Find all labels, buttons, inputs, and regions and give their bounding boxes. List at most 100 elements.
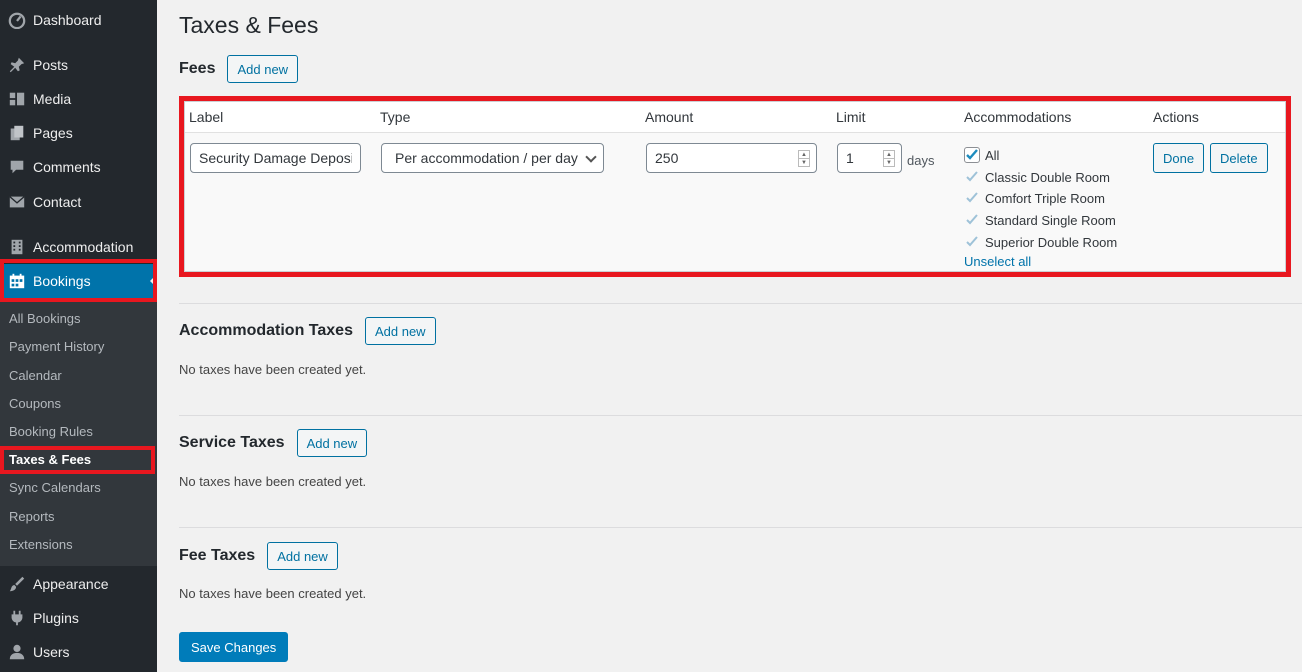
- column-header-limit: Limit: [836, 109, 866, 125]
- submenu-extensions[interactable]: Extensions: [9, 535, 73, 555]
- media-icon: [0, 90, 33, 108]
- menu-label: Media: [33, 91, 72, 107]
- menu-plugins[interactable]: Plugins: [0, 601, 157, 635]
- delete-button[interactable]: Delete: [1210, 143, 1268, 173]
- fee-amount-input[interactable]: 250 ▲ ▼: [646, 143, 817, 173]
- fee-type-select[interactable]: Per accommodation / per day: [381, 143, 604, 173]
- fee-amount-value: 250: [655, 150, 679, 166]
- fees-header: Fees Add new: [179, 55, 299, 83]
- service-taxes-heading: Service Taxes: [179, 434, 285, 451]
- submenu-coupons[interactable]: Coupons: [9, 394, 61, 414]
- number-spinner-icon[interactable]: ▲ ▼: [798, 150, 810, 167]
- number-spinner-icon[interactable]: ▲ ▼: [883, 150, 895, 167]
- fee-taxes-heading: Fee Taxes: [179, 547, 256, 564]
- submenu-taxes-fees[interactable]: Taxes & Fees: [9, 450, 91, 470]
- menu-appearance[interactable]: Appearance: [0, 567, 157, 601]
- submenu-sync-calendars[interactable]: Sync Calendars: [9, 478, 101, 498]
- menu-users[interactable]: Users: [0, 635, 157, 669]
- add-new-fee-tax-button[interactable]: Add new: [267, 542, 338, 570]
- table-header-row: Label Type Amount Limit Accommodations A…: [185, 102, 1285, 133]
- unselect-all-link[interactable]: Unselect all: [964, 254, 1031, 269]
- accommodation-option[interactable]: Standard Single Room: [964, 210, 1116, 230]
- fee-label-value: Security Damage Deposit: [199, 150, 352, 166]
- add-new-fee-button[interactable]: Add new: [227, 55, 299, 83]
- section-divider: [179, 415, 1302, 416]
- page-title: Taxes & Fees: [179, 12, 319, 38]
- dashboard-icon: [0, 11, 33, 29]
- empty-state-text: No taxes have been created yet.: [179, 474, 367, 489]
- main-content: Taxes & Fees Fees Add new Label Type Amo…: [157, 0, 1302, 672]
- menu-label: Bookings: [33, 273, 91, 289]
- column-header-accommodations: Accommodations: [964, 109, 1072, 125]
- submenu-booking-rules[interactable]: Booking Rules: [9, 422, 93, 442]
- menu-label: Comments: [33, 159, 101, 175]
- column-header-label: Label: [189, 109, 224, 125]
- limit-unit-label: days: [907, 153, 935, 168]
- accommodation-label: Superior Double Room: [985, 234, 1118, 250]
- chevron-down-icon: [585, 151, 597, 163]
- fee-taxes-header: Fee Taxes Add new: [179, 542, 338, 570]
- admin-sidebar: Dashboard Posts Media Pages Comments Con…: [0, 0, 157, 672]
- menu-label: Accommodation: [33, 239, 134, 255]
- envelope-icon: [0, 193, 33, 211]
- section-divider: [179, 527, 1302, 528]
- accommodation-option[interactable]: Comfort Triple Room: [964, 188, 1105, 208]
- comment-bubble-icon: [0, 158, 33, 176]
- menu-label: Users: [33, 644, 70, 660]
- checkbox-all[interactable]: All: [964, 145, 999, 165]
- checkmark-icon: [964, 234, 980, 250]
- menu-media[interactable]: Media: [0, 82, 157, 116]
- add-new-accommodation-tax-button[interactable]: Add new: [364, 317, 436, 345]
- fee-limit-value: 1: [846, 150, 854, 166]
- fees-table: Label Type Amount Limit Accommodations A…: [184, 101, 1286, 272]
- column-header-actions: Actions: [1153, 109, 1199, 125]
- building-icon: [0, 238, 33, 256]
- service-taxes-header: Service Taxes Add new: [179, 429, 368, 457]
- paintbrush-icon: [0, 575, 33, 593]
- menu-label: Plugins: [33, 610, 79, 626]
- checkmark-icon: [964, 169, 980, 185]
- checkmark-icon: [964, 212, 980, 228]
- fees-table-highlight: Label Type Amount Limit Accommodations A…: [179, 96, 1291, 277]
- menu-contact[interactable]: Contact: [0, 185, 157, 219]
- calendar-icon: [0, 272, 33, 290]
- submenu-calendar[interactable]: Calendar: [9, 366, 62, 386]
- bookings-submenu: All Bookings Payment History Calendar Co…: [0, 298, 157, 566]
- checkmark-icon: [964, 190, 980, 206]
- accommodation-option[interactable]: Superior Double Room: [964, 232, 1117, 252]
- menu-bookings[interactable]: Bookings: [0, 264, 157, 298]
- user-icon: [0, 643, 33, 661]
- submenu-payment-history[interactable]: Payment History: [9, 337, 104, 357]
- done-button[interactable]: Done: [1153, 143, 1205, 173]
- accommodation-taxes-header: Accommodation Taxes Add new: [179, 317, 436, 345]
- pages-icon: [0, 124, 33, 142]
- save-changes-button[interactable]: Save Changes: [179, 632, 289, 662]
- menu-posts[interactable]: Posts: [0, 48, 157, 82]
- submenu-reports[interactable]: Reports: [9, 507, 55, 527]
- column-header-type: Type: [380, 109, 411, 125]
- add-new-service-tax-button[interactable]: Add new: [296, 429, 368, 457]
- menu-accommodation[interactable]: Accommodation: [0, 230, 157, 264]
- accommodation-label: Comfort Triple Room: [985, 190, 1105, 206]
- fee-limit-input[interactable]: 1 ▲ ▼: [837, 143, 902, 173]
- fees-heading: Fees: [179, 60, 216, 77]
- accommodation-taxes-heading: Accommodation Taxes: [179, 322, 353, 339]
- table-row: Security Damage Deposit Per accommodatio…: [185, 133, 1285, 271]
- empty-state-text: No taxes have been created yet.: [179, 586, 367, 601]
- menu-dashboard[interactable]: Dashboard: [0, 3, 157, 37]
- menu-pages[interactable]: Pages: [0, 116, 157, 150]
- checkbox-checked-icon[interactable]: [964, 147, 980, 163]
- column-header-amount: Amount: [645, 109, 694, 125]
- menu-label: Dashboard: [33, 12, 102, 28]
- fee-label-input[interactable]: Security Damage Deposit: [190, 143, 361, 173]
- plug-icon: [0, 609, 33, 627]
- accommodation-option[interactable]: Classic Double Room: [964, 167, 1110, 187]
- section-divider: [179, 303, 1302, 304]
- checkbox-all-label: All: [985, 147, 1000, 163]
- accommodation-label: Standard Single Room: [985, 212, 1116, 228]
- empty-state-text: No taxes have been created yet.: [179, 362, 367, 377]
- menu-label: Pages: [33, 125, 73, 141]
- submenu-all-bookings[interactable]: All Bookings: [9, 309, 81, 329]
- menu-comments[interactable]: Comments: [0, 150, 157, 184]
- menu-label: Contact: [33, 194, 82, 210]
